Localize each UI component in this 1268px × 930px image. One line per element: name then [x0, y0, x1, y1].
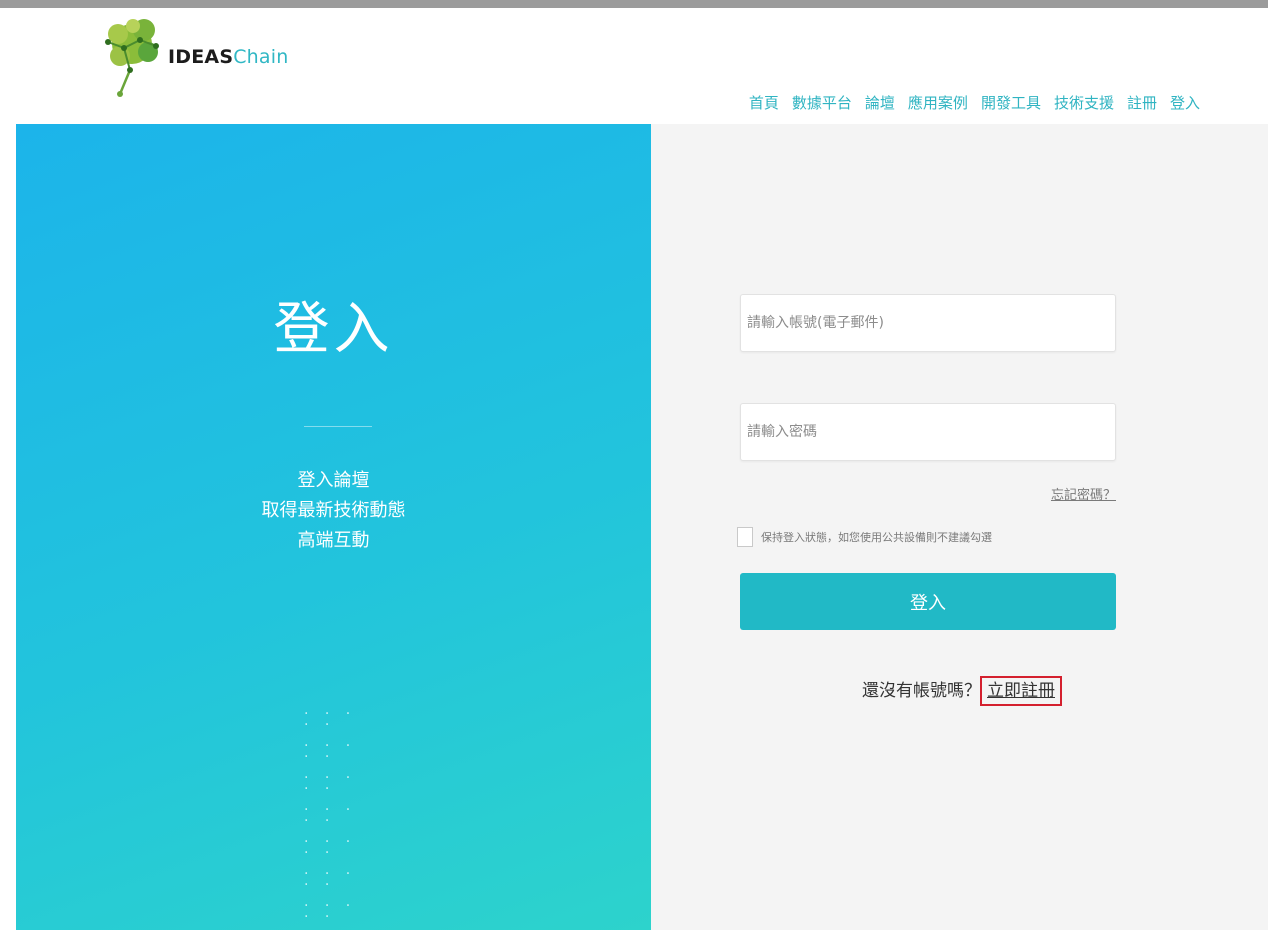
nav-home[interactable]: 首頁: [749, 92, 779, 113]
forgot-password-link[interactable]: 忘記密碼？: [1051, 484, 1116, 503]
main-nav: 首頁 數據平台 論壇 應用案例 開發工具 技術支援 註冊 登入: [749, 92, 1200, 113]
dot-row: · · · · ·: [304, 834, 357, 861]
brand-name-bold: IDEAS: [168, 46, 234, 68]
login-form-panel: 忘記密碼？ 保持登入狀態，如您使用公共設備則不建議勾選 登入 還沒有帳號嗎？立即…: [651, 124, 1268, 930]
password-input[interactable]: [740, 403, 1116, 461]
site-header: IDEASChain 首頁 數據平台 論壇 應用案例 開發工具 技術支援 註冊 …: [0, 8, 1268, 124]
remember-me-label[interactable]: 保持登入狀態，如您使用公共設備則不建議勾選: [761, 529, 992, 545]
hero-line-interaction: 高端互動: [297, 530, 370, 551]
register-now-link[interactable]: 立即註冊: [980, 676, 1062, 706]
nav-dev-tools[interactable]: 開發工具: [981, 92, 1041, 113]
dot-row: · · · · ·: [304, 706, 357, 733]
hero-line-forum: 登入論壇: [297, 470, 370, 491]
nav-register[interactable]: 註冊: [1127, 92, 1157, 113]
nav-forum[interactable]: 論壇: [865, 92, 895, 113]
dot-row: · · · · ·: [304, 802, 357, 829]
brand-name-light: Chain: [233, 46, 289, 68]
no-account-text: 還沒有帳號嗎？: [862, 681, 981, 701]
login-hero-panel: 登入 登入論壇 取得最新技術動態 高端互動 · · · · · · · · · …: [16, 124, 651, 930]
remember-me-checkbox[interactable]: [737, 527, 753, 547]
remember-me-row: 保持登入狀態，如您使用公共設備則不建議勾選: [737, 527, 992, 547]
top-border: [0, 0, 1268, 8]
brand-name[interactable]: IDEASChain: [168, 46, 289, 68]
brain-network-logo-icon[interactable]: [100, 12, 164, 98]
nav-data-platform[interactable]: 數據平台: [792, 92, 852, 113]
dot-row: · · · · ·: [304, 866, 357, 893]
hero-line-tech-news: 取得最新技術動態: [261, 500, 406, 521]
decorative-dots: · · · · · · · · · · · · · · · · · · · · …: [304, 706, 374, 930]
hero-title: 登入: [273, 297, 394, 362]
signup-prompt: 還沒有帳號嗎？ 立即註冊: [651, 676, 1268, 706]
hero-description: 登入論壇 取得最新技術動態 高端互動: [16, 466, 651, 556]
nav-use-cases[interactable]: 應用案例: [908, 92, 968, 113]
dot-row: · · · · ·: [304, 770, 357, 797]
login-button[interactable]: 登入: [740, 573, 1116, 630]
nav-tech-support[interactable]: 技術支援: [1054, 92, 1114, 113]
account-email-input[interactable]: [740, 294, 1116, 352]
dot-row: · · · · ·: [304, 738, 357, 765]
hero-divider: [304, 426, 372, 427]
dot-row: · · · · ·: [304, 898, 357, 925]
nav-login[interactable]: 登入: [1170, 92, 1200, 113]
